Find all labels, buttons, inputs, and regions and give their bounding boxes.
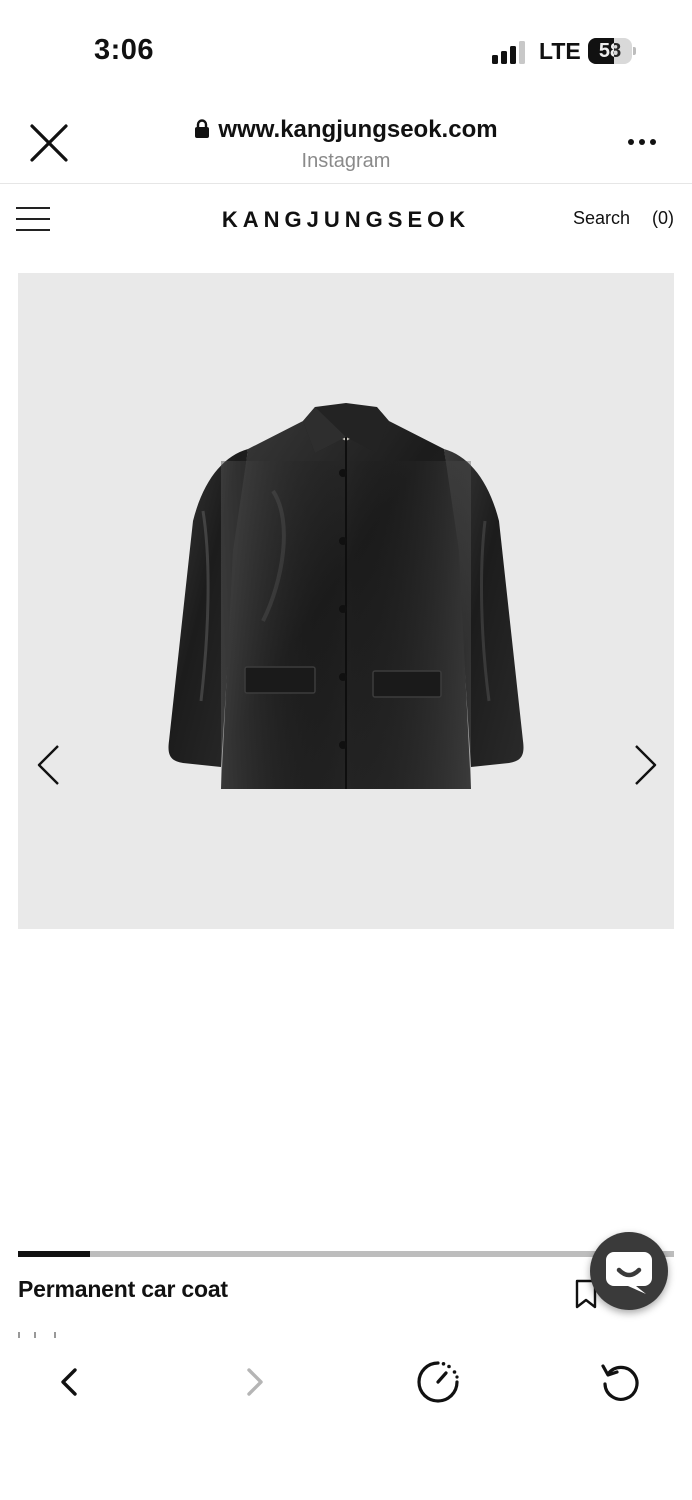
battery-icon: 58 xyxy=(588,38,636,64)
status-time: 3:06 xyxy=(94,34,155,66)
battery-percent: 58 xyxy=(598,40,622,62)
back-icon xyxy=(61,1368,77,1396)
truncated-text-peek xyxy=(18,1332,56,1338)
site-nav: KANGJUNGSEOK Search (0) xyxy=(0,185,692,255)
speed-button[interactable] xyxy=(416,1360,460,1404)
product-title: Permanent car coat xyxy=(18,1276,228,1302)
network-type: LTE xyxy=(539,38,581,64)
signal-icon xyxy=(492,41,525,64)
status-bar: 3:06 LTE 58 xyxy=(0,0,692,100)
gallery-progress-fill xyxy=(18,1251,91,1257)
forward-button[interactable] xyxy=(233,1360,277,1404)
speed-icon xyxy=(417,1361,459,1403)
url-bar[interactable]: www.kangjungseok.com xyxy=(0,116,692,144)
browser-toolbar xyxy=(0,1340,692,1500)
more-icon[interactable] xyxy=(622,128,662,156)
chevron-left-icon[interactable] xyxy=(34,743,64,787)
lock-icon xyxy=(195,119,210,138)
chevron-right-icon[interactable] xyxy=(630,743,660,787)
browser-header: www.kangjungseok.com Instagram xyxy=(0,100,692,184)
reload-icon xyxy=(601,1364,639,1401)
back-button[interactable] xyxy=(47,1360,91,1404)
url-text: www.kangjungseok.com xyxy=(218,116,498,143)
search-link[interactable]: Search xyxy=(573,208,630,229)
product-image-carousel[interactable] xyxy=(18,273,674,929)
gallery-progress-bar xyxy=(18,1251,674,1257)
chat-icon xyxy=(606,1252,652,1294)
source-label: Instagram xyxy=(301,150,391,172)
product-photo xyxy=(168,403,524,789)
reload-button[interactable] xyxy=(599,1360,643,1404)
cart-link[interactable]: (0) xyxy=(652,208,674,229)
chat-button[interactable] xyxy=(590,1232,668,1310)
forward-icon xyxy=(247,1368,263,1396)
